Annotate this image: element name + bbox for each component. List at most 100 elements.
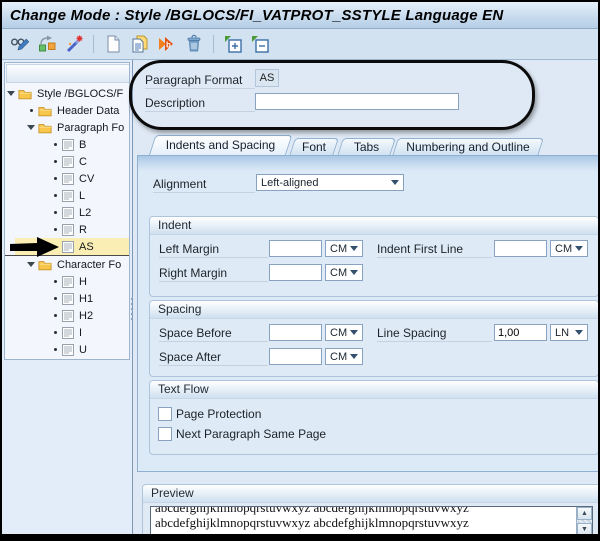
bullet-icon [51,280,59,283]
tree-item-label: H [79,276,87,288]
paragraph-format-icon [62,241,74,253]
tab-font[interactable]: Font [292,138,336,156]
space-after-unit-dropdown[interactable]: CM [325,348,363,365]
next-paragraph-same-page-checkbox[interactable]: Next Paragraph Same Page [158,427,326,441]
sap-window: Change Mode : Style /BGLOCS/FI_VATPROT_S… [0,0,600,541]
chevron-down-icon [350,330,358,335]
chevron-down-icon [575,246,583,251]
create-button[interactable] [101,32,125,56]
preview-group: Preview abcdefghijklmnopqrstuvwxyz abcde… [142,484,598,534]
tree-item-u[interactable]: U [5,341,129,358]
preview-text-area[interactable]: abcdefghijklmnopqrstuvwxyz abcdefghijklm… [150,506,593,534]
space-before-input[interactable] [269,324,322,341]
tree-item-c[interactable]: C [5,153,129,170]
line-spacing-unit-dropdown[interactable]: LN [550,324,588,341]
tree-item-as-selected[interactable]: AS [5,238,129,256]
space-after-input[interactable] [269,348,322,365]
tree-header [6,64,130,83]
tree-item-l2[interactable]: L2 [5,204,129,221]
left-margin-input[interactable] [269,240,322,257]
tree-item-cv[interactable]: CV [5,170,129,187]
new-document-icon [103,34,123,54]
glasses-pencil-icon [10,34,30,54]
tree-item-label: AS [79,241,94,253]
scroll-up-icon[interactable]: ▲ [577,507,592,520]
tree-item-character-formats[interactable]: Character Fo [5,256,129,273]
indent-first-line-input[interactable] [494,240,547,257]
tab-numbering-and-outline[interactable]: Numbering and Outline [395,138,541,156]
spacing-group: Spacing Space Before CM Line Spacing LN … [149,300,598,377]
text-flow-group-title: Text Flow [150,381,598,399]
checkbox-icon[interactable] [158,407,172,421]
tab-strip: Indents and Spacing Font Tabs Numbering … [137,135,598,156]
bullet-icon [27,109,35,112]
tree-item-b[interactable]: B [5,136,129,153]
tree-item-h[interactable]: H [5,273,129,290]
space-before-unit-dropdown[interactable]: CM [325,324,363,341]
display-change-button[interactable] [8,32,32,56]
character-format-icon [62,310,74,322]
pattern-wand-button[interactable] [62,32,86,56]
magic-wand-icon [64,34,84,54]
preview-scrollbar[interactable]: ▲ ▼ [576,507,592,534]
tree-item-i[interactable]: I [5,324,129,341]
tree-item-label: I [79,327,82,339]
tree-item-paragraph-formats[interactable]: Paragraph Fo [5,119,129,136]
style-tree-panel: Style /BGLOCS/F Header Data Paragraph Fo [2,60,133,534]
indent-first-line-unit-dropdown[interactable]: CM [550,240,588,257]
tree-item-label: L2 [79,207,91,219]
folder-icon [38,122,52,134]
copy-icon [130,34,150,54]
checkbox-icon[interactable] [158,427,172,441]
paragraph-format-label: Paragraph Format [145,73,255,89]
indent-group: Indent Left Margin CM Indent First Line … [149,216,598,297]
paragraph-format-icon [62,156,74,168]
right-margin-unit-dropdown[interactable]: CM [325,264,363,281]
tree-item-label: L [79,190,85,202]
tree-item-h1[interactable]: H1 [5,290,129,307]
panel-splitter-handle[interactable] [129,298,134,338]
bullet-icon [51,348,59,351]
bullet-icon [51,143,59,146]
window-bottom-border [0,534,600,541]
expand-all-button[interactable] [221,32,245,56]
tree-item-style-root[interactable]: Style /BGLOCS/F [5,85,129,102]
expander-icon[interactable] [7,91,15,96]
tree-item-h2[interactable]: H2 [5,307,129,324]
preview-line: abcdefghijklmnopqrstuvwxyz abcdefghijklm… [155,515,592,530]
bullet-icon [51,314,59,317]
toolbar-separator [213,35,214,53]
delete-button[interactable] [182,32,206,56]
tab-tabs[interactable]: Tabs [340,138,393,156]
left-margin-unit-dropdown[interactable]: CM [325,240,363,257]
paragraph-format-icon [62,190,74,202]
line-spacing-input[interactable] [494,324,547,341]
chevron-down-icon [350,246,358,251]
description-input[interactable] [255,93,459,110]
tab-indents-and-spacing[interactable]: Indents and Spacing [152,135,289,156]
copy-button[interactable] [128,32,152,56]
bullet-icon [51,177,59,180]
bullet-icon [51,228,59,231]
choose-style-button[interactable] [35,32,59,56]
expander-icon[interactable] [27,125,35,130]
expander-icon[interactable] [27,262,35,267]
right-margin-input[interactable] [269,264,322,281]
tree-item-header-data[interactable]: Header Data [5,102,129,119]
space-after-label: Space After [159,350,268,366]
rename-button[interactable]: b [155,32,179,56]
style-tree: Style /BGLOCS/F Header Data Paragraph Fo [4,62,130,360]
bullet-icon [51,211,59,214]
bullet-icon [51,194,59,197]
main-panel: Paragraph Format AS Description Indents … [135,60,598,534]
tree-item-r[interactable]: R [5,221,129,238]
tree-item-l[interactable]: L [5,187,129,204]
collapse-all-button[interactable] [248,32,272,56]
page-protection-checkbox[interactable]: Page Protection [158,407,261,421]
alignment-label: Alignment [153,177,255,193]
bullet-icon [51,297,59,300]
alignment-dropdown[interactable]: Left-aligned [256,174,404,191]
character-format-icon [62,327,74,339]
chevron-down-icon [391,180,399,185]
scroll-down-icon[interactable]: ▼ [577,523,592,534]
